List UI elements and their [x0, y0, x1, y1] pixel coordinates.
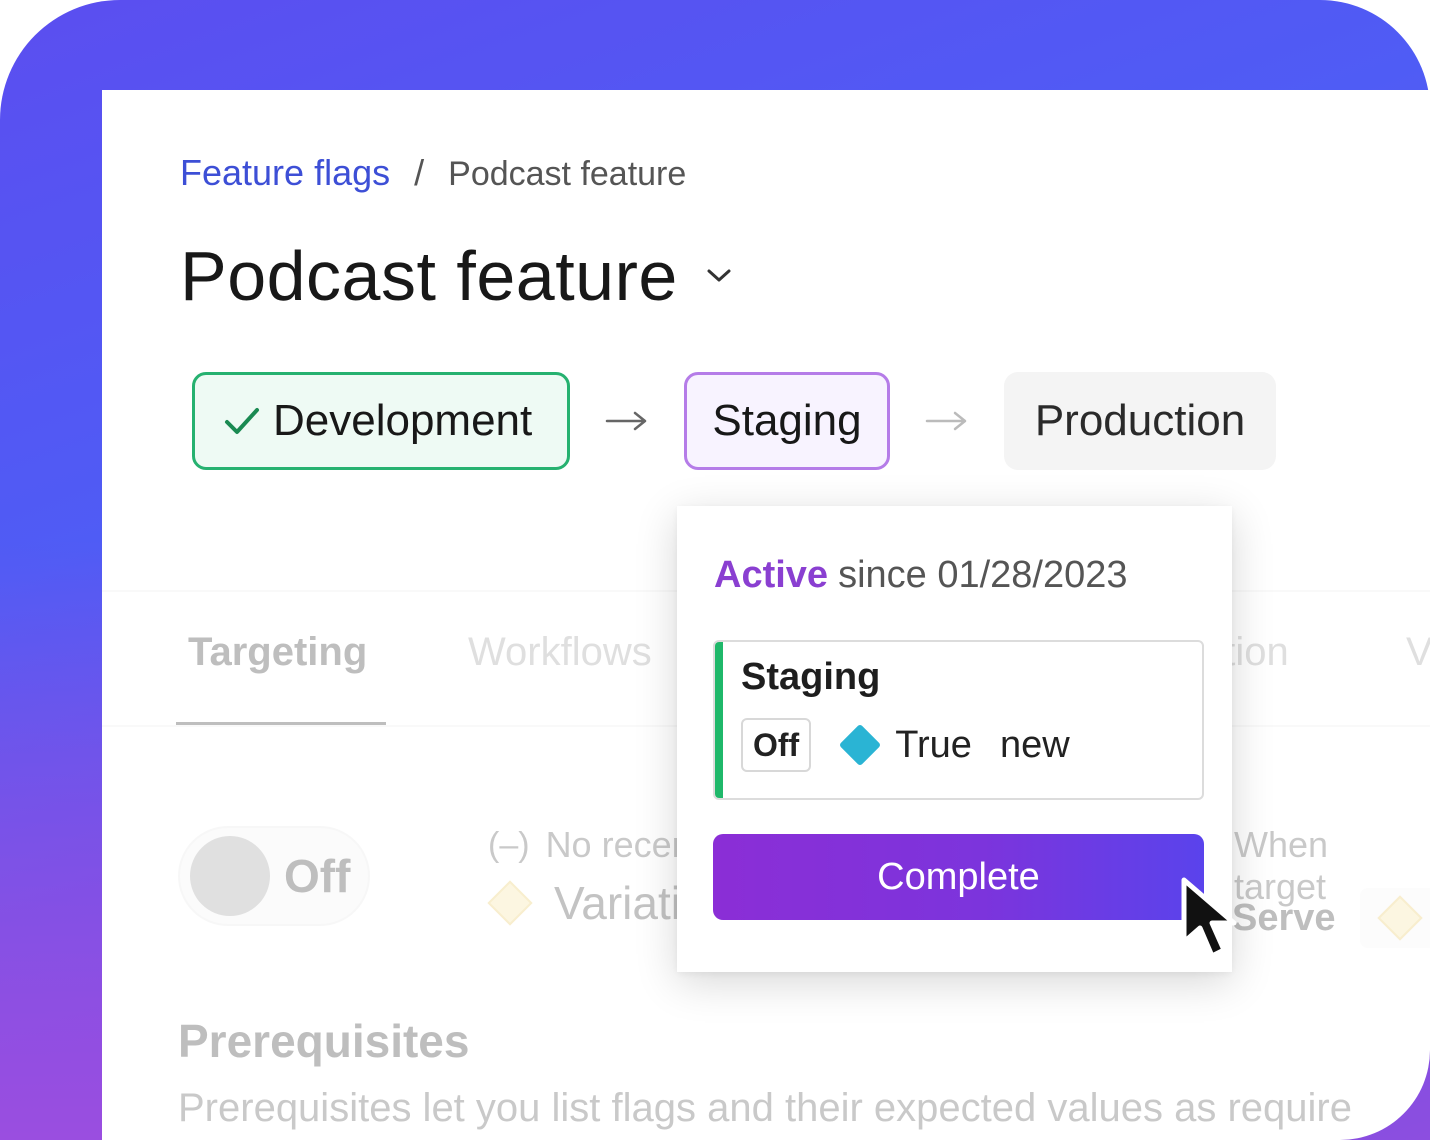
stage-label: Staging	[712, 396, 862, 445]
title-row: Podcast feature	[180, 236, 736, 316]
prerequisites-heading: Prerequisites	[178, 1015, 470, 1067]
off-status-chip: Off	[741, 718, 812, 772]
breadcrumb-link-feature-flags[interactable]: Feature flags	[180, 152, 390, 194]
stage-popover: Active since 01/28/2023 Staging Off True…	[677, 506, 1232, 972]
variation-diamond-icon	[838, 723, 882, 767]
minus-circle-icon: (–)	[488, 825, 530, 864]
variation-text: Variati	[554, 877, 681, 929]
tab-workflows[interactable]: Workflows	[468, 630, 652, 675]
tab-partial-v[interactable]: V	[1406, 630, 1430, 675]
flag-toggle[interactable]: Off	[178, 826, 370, 926]
variation-diamond-icon	[1376, 895, 1423, 941]
stage-label: Development	[273, 396, 533, 445]
variation-name: new	[999, 723, 1070, 766]
toggle-knob	[190, 836, 270, 916]
variation-row: Variati	[487, 876, 681, 930]
serve-variation-select[interactable]	[1359, 888, 1430, 948]
breadcrumb-current: Podcast feature	[448, 155, 687, 193]
prerequisites-description: Prerequisites let you list flags and the…	[178, 1086, 1352, 1130]
tab-targeting[interactable]: Targeting	[188, 630, 367, 675]
mouse-pointer-icon	[1178, 876, 1258, 968]
variation-value: True	[895, 723, 972, 766]
stage-development[interactable]: Development	[192, 372, 570, 470]
release-pipeline: Development Staging Production	[192, 372, 1276, 470]
active-label: Active	[714, 554, 829, 596]
card-title: Staging	[741, 656, 881, 698]
card-status-row: Off True new	[741, 718, 1070, 772]
breadcrumb-separator: /	[414, 152, 425, 193]
stage-staging[interactable]: Staging	[684, 372, 890, 470]
check-icon	[221, 400, 263, 442]
complete-button[interactable]: Complete	[713, 834, 1204, 920]
chevron-down-icon[interactable]	[706, 261, 736, 291]
no-recent-status: (–) No recen	[488, 824, 692, 866]
no-recent-text: No recen	[545, 824, 692, 865]
variation-diamond-icon	[487, 880, 533, 926]
arrow-right-icon	[570, 411, 684, 431]
serve-row: Serve	[1232, 888, 1430, 948]
breadcrumb: Feature flags / Podcast feature	[180, 152, 686, 194]
arrow-right-icon	[890, 411, 1004, 431]
toggle-label: Off	[284, 850, 351, 902]
active-since-date: since 01/28/2023	[838, 554, 1128, 596]
stage-label: Production	[1034, 396, 1246, 445]
staging-environment-card: Staging Off True new	[713, 640, 1204, 800]
page-title: Podcast feature	[180, 237, 678, 315]
active-status: Active since 01/28/2023	[714, 554, 1128, 597]
stage-production[interactable]: Production	[1004, 372, 1276, 470]
